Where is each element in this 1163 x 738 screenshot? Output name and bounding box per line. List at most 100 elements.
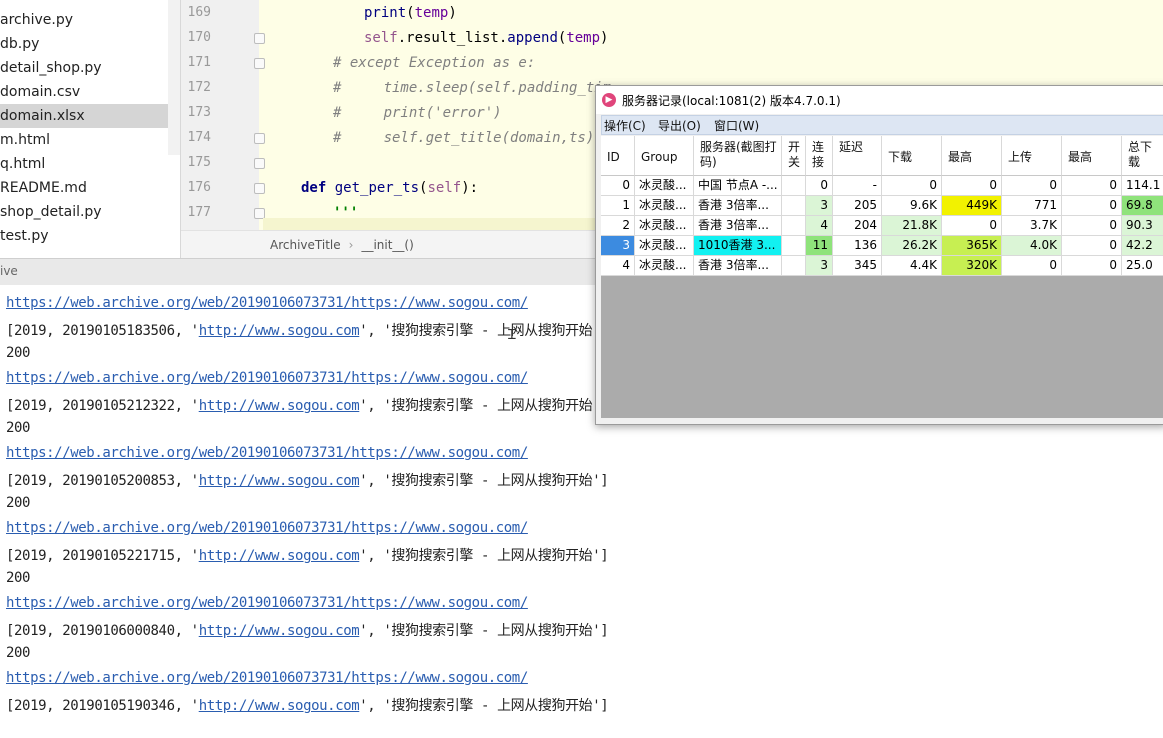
console-url-line: https://web.archive.org/web/201901060737… [6,445,528,461]
file-item[interactable]: shop_detail.py [0,200,102,224]
file-item[interactable]: archive.py [0,8,73,32]
console-link[interactable]: http://www.sogou.com [199,698,360,714]
cell-id: 4 [601,256,635,276]
code-token: .result_list. [397,30,508,46]
cell-connections: 3 [806,196,833,216]
col-total-download[interactable]: 总下载 [1122,136,1163,176]
col-download-peak[interactable]: 最高 [942,136,1002,176]
cell-group: 冰灵酸... [635,216,694,236]
server-record-window[interactable]: ▶ 服务器记录(local:1081(2) 版本4.7.0.1) 操作(C) 导… [595,85,1163,425]
file-item[interactable]: README.md [0,176,87,200]
cell-server: 香港 3倍率... [694,216,782,236]
code-line-171: # except Exception as e: [333,55,536,71]
cell-connections: 0 [806,176,833,196]
window-titlebar[interactable]: ▶ 服务器记录(local:1081(2) 版本4.7.0.1) [596,86,1163,114]
cell-total-download: 25.0 [1122,256,1163,276]
cell-id: 2 [601,216,635,236]
file-item[interactable]: detail_shop.py [0,56,102,80]
console-result-line: [2019, 20190106000840, 'http://www.sogou… [6,620,609,640]
console-link[interactable]: http://www.sogou.com [199,323,360,339]
menu-export[interactable]: 导出(O) [658,117,701,134]
table-row[interactable]: 4 冰灵酸... 香港 3倍率... 3 345 4.4K 320K 0 0 25.0 [601,256,1163,276]
code-line-177: ''' [333,205,359,221]
server-table[interactable]: ID Group 服务器(截图打码) 开关 连接 延迟 下载 最高 上传 最高 … [601,136,1163,418]
cell-upload-peak: 0 [1062,196,1122,216]
window-title: 服务器记录(local:1081(2) 版本4.7.0.1) [622,94,841,108]
cell-switch [782,216,806,236]
console-result-line: [2019, 20190105190346, 'http://www.sogou… [6,695,609,715]
cell-download-peak: 320K [942,256,1002,276]
console-link[interactable]: https://web.archive.org/web/201901060737… [6,670,528,686]
console-text: ', '搜狗搜索引擎 - 上网从搜狗开始'] [359,473,609,489]
console-link[interactable]: https://web.archive.org/web/201901060737… [6,370,528,386]
cell-server: 香港 3倍率... [694,256,782,276]
col-download[interactable]: 下载 [882,136,942,176]
cell-latency: 345 [833,256,882,276]
cell-download: 26.2K [882,236,942,256]
console-url-line: https://web.archive.org/web/201901060737… [6,520,528,536]
cell-server: 中国 节点A -... [694,176,782,196]
cell-latency: - [833,176,882,196]
console-url-line: https://web.archive.org/web/201901060737… [6,670,528,686]
console-link[interactable]: http://www.sogou.com [199,548,360,564]
table-row[interactable]: 2 冰灵酸... 香港 3倍率... 4 204 21.8K 0 3.7K 0 90.3 [601,216,1163,236]
file-item[interactable]: q.html [0,152,45,176]
col-id[interactable]: ID [601,136,635,176]
cell-upload: 0 [1002,176,1062,196]
line-number-gutter: 169 170 171 172 173 174 175 176 177 [181,0,265,230]
line-number: 177 [187,205,211,220]
console-link[interactable]: https://web.archive.org/web/201901060737… [6,595,528,611]
sidebar-scrollbar[interactable] [168,0,180,155]
console-link[interactable]: http://www.sogou.com [199,473,360,489]
line-number: 176 [187,180,211,195]
table-row[interactable]: 3 冰灵酸... 1010香港 3... 11 136 26.2K 365K 4.0K 0 42.… [601,236,1163,256]
cell-latency: 205 [833,196,882,216]
cell-upload-peak: 0 [1062,256,1122,276]
console-link[interactable]: https://web.archive.org/web/201901060737… [6,520,528,536]
col-switch[interactable]: 开关 [782,136,806,176]
col-connections[interactable]: 连接 [806,136,833,176]
console-link[interactable]: https://web.archive.org/web/201901060737… [6,295,528,311]
cell-id: 3 [601,236,635,256]
cell-total-download: 42.2 [1122,236,1163,256]
file-item[interactable]: db.py [0,32,39,56]
breadcrumb-method[interactable]: __init__() [361,238,413,252]
console-link[interactable]: http://www.sogou.com [199,398,360,414]
table-header: ID Group 服务器(截图打码) 开关 连接 延迟 下载 最高 上传 最高 … [601,136,1163,176]
console-link[interactable]: http://www.sogou.com [199,623,360,639]
col-upload[interactable]: 上传 [1002,136,1062,176]
col-server[interactable]: 服务器(截图打码) [694,136,782,176]
code-token: append [507,30,558,46]
line-number: 169 [187,5,211,20]
console-status-line: 200 [6,570,31,586]
line-number: 174 [187,130,211,145]
code-line-169: print(temp) [364,5,457,21]
file-item[interactable]: test.py [0,224,49,248]
run-tab-title[interactable]: ive [0,264,18,278]
cell-download: 4.4K [882,256,942,276]
cell-server: 1010香港 3... [694,236,782,256]
menu-operate[interactable]: 操作(C) [604,117,646,134]
menu-window[interactable]: 窗口(W) [714,117,759,134]
file-item[interactable]: son [0,0,25,6]
file-item[interactable]: m.html [0,128,50,152]
file-item[interactable]: domain.xlsx [0,104,179,128]
cell-upload: 4.0K [1002,236,1062,256]
breadcrumb-class[interactable]: ArchiveTitle [270,238,341,252]
table-row[interactable]: 1 冰灵酸... 香港 3倍率... 3 205 9.6K 449K 771 0 69.8 [601,196,1163,216]
code-line-170: self.result_list.append(temp) [364,30,609,46]
code-token: self [364,30,398,46]
line-number: 172 [187,80,211,95]
col-latency[interactable]: 延迟 [833,136,882,176]
cell-upload: 3.7K [1002,216,1062,236]
cell-total-download: 90.3 [1122,216,1163,236]
cell-download-peak: 0 [942,176,1002,196]
col-group[interactable]: Group [635,136,694,176]
line-number: 170 [187,30,211,45]
console-link[interactable]: https://web.archive.org/web/201901060737… [6,445,528,461]
table-row[interactable]: 0 冰灵酸... 中国 节点A -... 0-0 0 0 0 114.1 [601,176,1163,196]
col-upload-peak[interactable]: 最高 [1062,136,1122,176]
cell-download-peak: 365K [942,236,1002,256]
file-item[interactable]: domain.csv [0,80,80,104]
cell-group: 冰灵酸... [635,236,694,256]
